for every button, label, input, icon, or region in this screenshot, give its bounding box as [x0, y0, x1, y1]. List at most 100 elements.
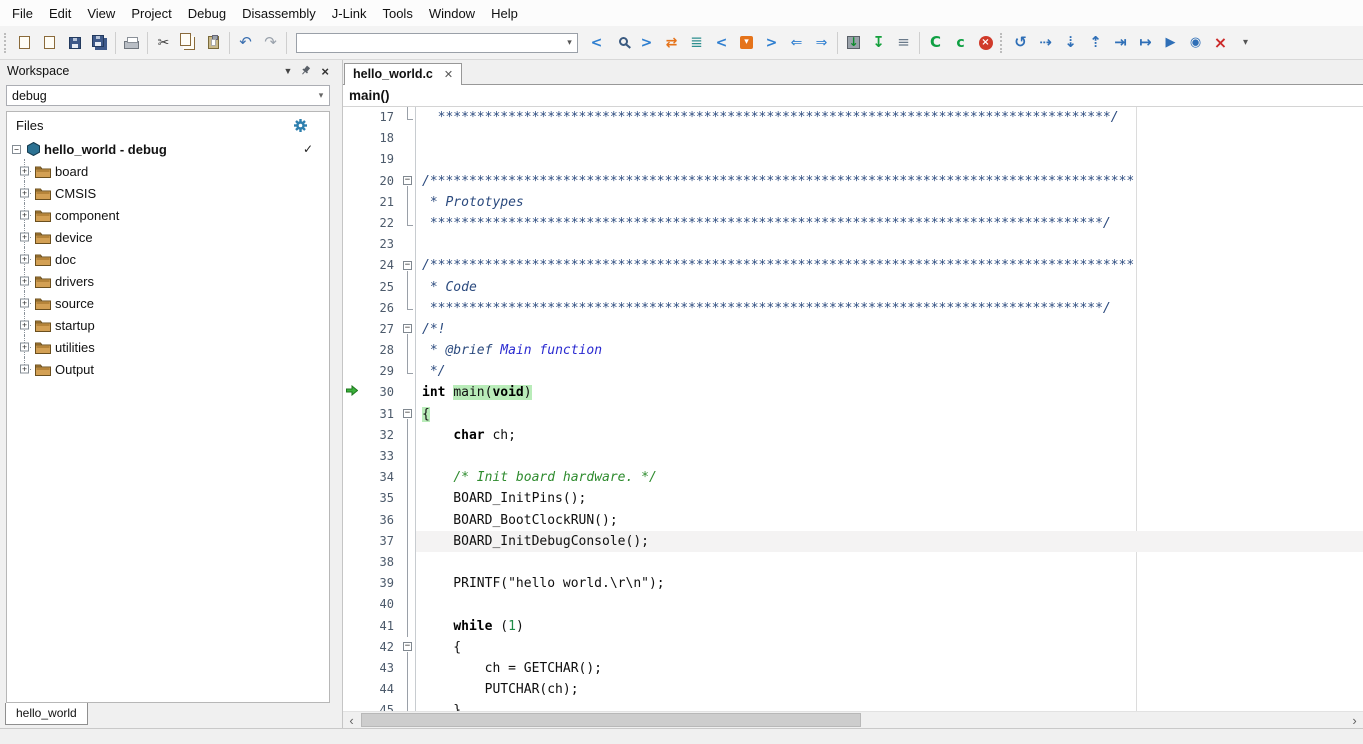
search-combo-input[interactable] — [297, 36, 562, 50]
code-editor[interactable]: 17 *************************************… — [343, 107, 1363, 711]
menu-help[interactable]: Help — [483, 2, 526, 25]
tree-item-device[interactable]: +device — [7, 226, 329, 248]
breakpoint-gutter-cell[interactable] — [343, 382, 360, 403]
breakpoint-gutter-cell[interactable] — [343, 616, 360, 637]
expand-icon[interactable]: + — [20, 365, 29, 374]
breakpoint-gutter-cell[interactable] — [343, 361, 360, 382]
find-button[interactable] — [609, 31, 634, 55]
breakpoint-gutter-cell[interactable] — [343, 340, 360, 361]
scroll-left-button[interactable]: ‹ — [343, 712, 360, 728]
fold-collapse-icon[interactable]: − — [403, 176, 412, 185]
debug-without-downloading-button[interactable]: ↧ — [866, 31, 891, 55]
breakpoint-gutter-cell[interactable] — [343, 319, 360, 340]
expand-icon[interactable]: + — [20, 189, 29, 198]
download-and-debug-button[interactable]: ↓ — [841, 31, 866, 55]
breakpoint-gutter-cell[interactable] — [343, 573, 360, 594]
save-all-button[interactable] — [87, 31, 112, 55]
expand-icon[interactable]: + — [20, 167, 29, 176]
flash-list-button[interactable]: ≡ — [891, 31, 916, 55]
next-statement-button[interactable]: ⇥ — [1108, 31, 1133, 55]
menu-window[interactable]: Window — [421, 2, 483, 25]
breakpoint-gutter-cell[interactable] — [343, 149, 360, 170]
breakpoint-gutter-cell[interactable] — [343, 552, 360, 573]
cut-button[interactable]: ✂ — [151, 31, 176, 55]
tree-item-drivers[interactable]: +drivers — [7, 270, 329, 292]
close-tab-icon[interactable]: ✕ — [444, 68, 453, 81]
breakpoint-gutter-cell[interactable] — [343, 425, 360, 446]
compile-button[interactable]: c — [948, 31, 973, 55]
pin-icon[interactable] — [301, 65, 312, 78]
menu-file[interactable]: File — [4, 2, 41, 25]
tree-item-output[interactable]: +Output — [7, 358, 329, 380]
tree-item-source[interactable]: +source — [7, 292, 329, 314]
stop-debugging-button[interactable]: × — [1208, 31, 1233, 55]
scrollbar-thumb[interactable] — [361, 713, 861, 727]
search-combo[interactable]: ▾ — [296, 33, 578, 53]
breakpoint-gutter-cell[interactable] — [343, 700, 360, 711]
make-button[interactable]: C — [923, 31, 948, 55]
breakpoint-gutter-cell[interactable] — [343, 298, 360, 319]
step-out-button[interactable]: ⇡ — [1083, 31, 1108, 55]
workspace-tab-hello-world[interactable]: hello_world — [5, 703, 88, 725]
expand-icon[interactable]: + — [20, 321, 29, 330]
next-bookmark-button[interactable]: > — [759, 31, 784, 55]
tree-item-project[interactable]: −hello_world - debug✓ — [7, 138, 329, 160]
expand-icon[interactable]: + — [20, 255, 29, 264]
tree-item-utilities[interactable]: +utilities — [7, 336, 329, 358]
expand-icon[interactable]: + — [20, 277, 29, 286]
tree-item-startup[interactable]: +startup — [7, 314, 329, 336]
find-next-button[interactable]: > — [634, 31, 659, 55]
new-document-button[interactable] — [12, 31, 37, 55]
breakpoint-gutter-cell[interactable] — [343, 637, 360, 658]
print-button[interactable] — [119, 31, 144, 55]
horizontal-scrollbar[interactable]: ‹ › — [343, 711, 1363, 728]
breakpoint-gutter-cell[interactable] — [343, 594, 360, 615]
step-over-button[interactable]: ⇢ — [1033, 31, 1058, 55]
menu-project[interactable]: Project — [123, 2, 179, 25]
fold-collapse-icon[interactable]: − — [403, 642, 412, 651]
menu-disassembly[interactable]: Disassembly — [234, 2, 324, 25]
find-previous-button[interactable]: < — [584, 31, 609, 55]
break-button[interactable]: ◉ — [1183, 31, 1208, 55]
copy-button[interactable] — [176, 31, 201, 55]
toolbar-options-button[interactable]: ▾ — [1233, 31, 1258, 55]
breakpoint-gutter-cell[interactable] — [343, 171, 360, 192]
tree-item-board[interactable]: +board — [7, 160, 329, 182]
breakpoint-gutter-cell[interactable] — [343, 404, 360, 425]
fold-collapse-icon[interactable]: − — [403, 261, 412, 270]
breakpoint-gutter-cell[interactable] — [343, 679, 360, 700]
find-replace-button[interactable]: ⇄ — [659, 31, 684, 55]
breakpoint-gutter-cell[interactable] — [343, 192, 360, 213]
expand-icon[interactable]: + — [20, 211, 29, 220]
breakpoint-gutter-cell[interactable] — [343, 234, 360, 255]
fold-collapse-icon[interactable]: − — [403, 409, 412, 418]
toggle-bookmark-button[interactable]: ▾ — [734, 31, 759, 55]
collapse-icon[interactable]: − — [12, 145, 21, 154]
menu-jlink[interactable]: J-Link — [324, 2, 375, 25]
search-combo-dropdown-icon[interactable]: ▾ — [562, 37, 577, 48]
paste-button[interactable] — [201, 31, 226, 55]
save-button[interactable] — [62, 31, 87, 55]
scroll-right-button[interactable]: › — [1346, 712, 1363, 728]
undo-button[interactable]: ↶ — [233, 31, 258, 55]
tree-item-component[interactable]: +component — [7, 204, 329, 226]
breakpoint-gutter-cell[interactable] — [343, 446, 360, 467]
stop-build-button[interactable]: × — [973, 31, 998, 55]
open-file-button[interactable] — [37, 31, 62, 55]
breakpoint-gutter-cell[interactable] — [343, 255, 360, 276]
breakpoint-gutter-cell[interactable] — [343, 510, 360, 531]
breakpoint-gutter-cell[interactable] — [343, 658, 360, 679]
breakpoint-gutter-cell[interactable] — [343, 531, 360, 552]
previous-bookmark-button[interactable]: < — [709, 31, 734, 55]
expand-icon[interactable]: + — [20, 343, 29, 352]
breakpoint-gutter-cell[interactable] — [343, 277, 360, 298]
breakpoint-gutter-cell[interactable] — [343, 467, 360, 488]
expand-icon[interactable]: + — [20, 233, 29, 242]
workspace-menu-icon[interactable]: ▼ — [283, 66, 292, 76]
expand-icon[interactable]: + — [20, 299, 29, 308]
step-into-button[interactable]: ⇣ — [1058, 31, 1083, 55]
navigate-backward-button[interactable]: ⇐ — [784, 31, 809, 55]
tree-item-doc[interactable]: +doc — [7, 248, 329, 270]
breakpoint-gutter-cell[interactable] — [343, 488, 360, 509]
breakpoint-gutter-cell[interactable] — [343, 128, 360, 149]
